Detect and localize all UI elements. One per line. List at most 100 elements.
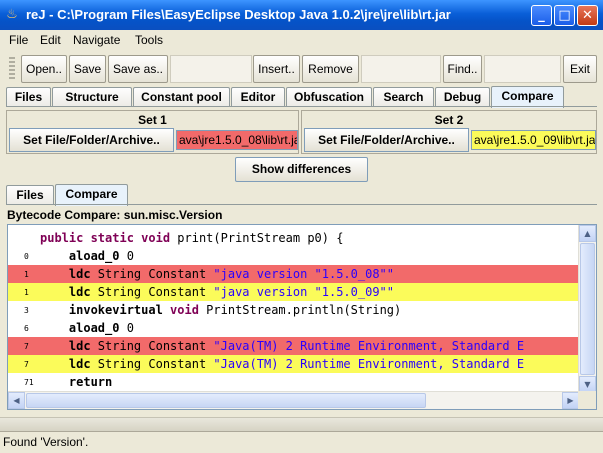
code-line[interactable]: 1 ldc String Constant "java version "1.5…: [8, 265, 578, 283]
menu-tools[interactable]: Tools: [135, 33, 163, 47]
code-token: "Java(TM) 2 Runtime Environment, Standar…: [213, 357, 525, 371]
compare-heading: Bytecode Compare: sun.misc.Version: [7, 208, 223, 222]
subtab-files[interactable]: Files: [6, 185, 54, 205]
save-as-button[interactable]: Save as..: [108, 55, 168, 83]
tab-editor[interactable]: Editor: [231, 87, 285, 107]
set2-label: Set 2: [434, 113, 464, 127]
window-title: reJ - C:\Program Files\EasyEclipse Deskt…: [26, 7, 451, 22]
line-offset: 1: [24, 270, 29, 279]
save-button[interactable]: Save: [69, 55, 106, 83]
open-button[interactable]: Open..: [21, 55, 67, 83]
scroll-left-icon[interactable]: ◀: [8, 392, 25, 409]
code-line[interactable]: 71 return: [8, 373, 578, 391]
code-token: "java version "1.5.0_09"": [213, 285, 395, 299]
vertical-scrollbar[interactable]: ▲ ▼: [578, 225, 596, 393]
set1-panel: Set 1 Set File/Folder/Archive.. ava\jre1…: [6, 110, 299, 154]
set2-file-button[interactable]: Set File/Folder/Archive..: [304, 128, 469, 152]
code-token: ldc: [40, 285, 98, 299]
code-text: return: [40, 373, 112, 391]
title-bar: ♨ reJ - C:\Program Files\EasyEclipse Des…: [0, 0, 603, 30]
code-token: invokevirtual: [40, 303, 171, 317]
code-token: aload_0: [40, 249, 127, 263]
code-token: ldc: [40, 357, 98, 371]
code-line[interactable]: 7 ldc String Constant "Java(TM) 2 Runtim…: [8, 337, 578, 355]
code-token: print(PrintStream p0) {: [177, 231, 344, 245]
subtab-compare[interactable]: Compare: [55, 184, 128, 206]
line-offset: 3: [24, 306, 29, 315]
code-token: 0: [126, 249, 134, 263]
set2-path-field[interactable]: ava\jre1.5.0_09\lib\rt.jar: [471, 130, 596, 150]
code-text: ldc String Constant "java version "1.5.0…: [40, 265, 394, 283]
tab-debug[interactable]: Debug: [435, 87, 490, 107]
code-token: aload_0: [40, 321, 127, 335]
code-line[interactable]: 1 ldc String Constant "java version "1.5…: [8, 283, 578, 301]
set1-label: Set 1: [138, 113, 167, 127]
code-line[interactable]: 7 ldc String Constant "Java(TM) 2 Runtim…: [8, 355, 578, 373]
set2-panel: Set 2 Set File/Folder/Archive.. ava\jre1…: [301, 110, 597, 154]
horizontal-scroll-thumb[interactable]: [26, 393, 426, 408]
toolbar-spacer: [484, 55, 561, 83]
code-text: ldc String Constant "Java(TM) 2 Runtime …: [40, 355, 524, 373]
code-text: aload_0 0: [40, 247, 134, 265]
scroll-corner: [578, 391, 596, 409]
scroll-up-icon[interactable]: ▲: [579, 225, 596, 242]
tab-structure[interactable]: Structure: [52, 87, 132, 107]
code-token: String Constant: [97, 285, 214, 299]
code-line[interactable]: 0 aload_0 0: [8, 247, 578, 265]
vertical-scroll-thumb[interactable]: [580, 243, 595, 375]
tab-panel-border: [6, 106, 597, 107]
code-line[interactable]: 3 invokevirtual void PrintStream.println…: [8, 301, 578, 319]
insert-button[interactable]: Insert..: [253, 55, 300, 83]
code-token: ldc: [40, 267, 98, 281]
line-offset: 1: [24, 288, 29, 297]
code-token: String Constant: [97, 357, 214, 371]
close-button[interactable]: ✕: [577, 5, 598, 26]
line-offset: 7: [24, 360, 29, 369]
code-token: "java version "1.5.0_08"": [213, 267, 395, 281]
line-offset: 7: [24, 342, 29, 351]
tab-search[interactable]: Search: [373, 87, 434, 107]
scroll-right-icon[interactable]: ▶: [562, 392, 579, 409]
code-token: String Constant: [97, 267, 214, 281]
code-text: aload_0 0: [40, 319, 134, 337]
java-cup-icon: ♨: [6, 7, 18, 22]
code-token: "Java(TM) 2 Runtime Environment, Standar…: [213, 339, 525, 353]
code-text: ldc String Constant "java version "1.5.0…: [40, 283, 394, 301]
maximize-button[interactable]: □: [554, 5, 575, 26]
code-token: public static void: [40, 231, 178, 245]
code-text: ldc String Constant "Java(TM) 2 Runtime …: [40, 337, 524, 355]
tab-files[interactable]: Files: [6, 87, 51, 107]
status-bar: Found 'Version'.: [0, 431, 603, 453]
menu-bar: File Edit Navigate Tools: [0, 30, 603, 52]
code-line[interactable]: public static void print(PrintStream p0)…: [8, 229, 578, 247]
line-offset: 71: [24, 378, 34, 387]
menu-edit[interactable]: Edit: [40, 33, 61, 47]
remove-button[interactable]: Remove: [302, 55, 359, 83]
split-divider[interactable]: [0, 417, 603, 431]
minimize-button[interactable]: _: [531, 5, 552, 26]
code-text: public static void print(PrintStream p0)…: [40, 229, 343, 247]
status-text: Found 'Version'.: [3, 435, 89, 449]
tab-obfuscation[interactable]: Obfuscation: [286, 87, 372, 107]
toolbar-spacer: [170, 55, 252, 83]
code-token: void: [170, 303, 207, 317]
code-token: String Constant: [97, 339, 214, 353]
show-differences-button[interactable]: Show differences: [235, 157, 368, 182]
menu-file[interactable]: File: [9, 33, 28, 47]
toolbar-grip[interactable]: [9, 57, 15, 81]
code-line[interactable]: 6 aload_0 0: [8, 319, 578, 337]
menu-navigate[interactable]: Navigate: [73, 33, 120, 47]
tab-constant-pool[interactable]: Constant pool: [133, 87, 230, 107]
set1-file-button[interactable]: Set File/Folder/Archive..: [9, 128, 174, 152]
line-offset: 6: [24, 324, 29, 333]
exit-button[interactable]: Exit: [563, 55, 597, 83]
subtab-panel-border: [6, 204, 597, 205]
find-button[interactable]: Find..: [443, 55, 482, 83]
bytecode-compare-view[interactable]: public static void print(PrintStream p0)…: [7, 224, 597, 410]
set1-path-field[interactable]: ava\jre1.5.0_08\lib\rt.jar: [176, 130, 298, 150]
toolbar-spacer: [361, 55, 441, 83]
tab-compare[interactable]: Compare: [491, 86, 564, 108]
horizontal-scrollbar[interactable]: ◀ ▶: [8, 391, 579, 409]
code-text: invokevirtual void PrintStream.println(S…: [40, 301, 401, 319]
code-token: PrintStream.println(String): [206, 303, 402, 317]
